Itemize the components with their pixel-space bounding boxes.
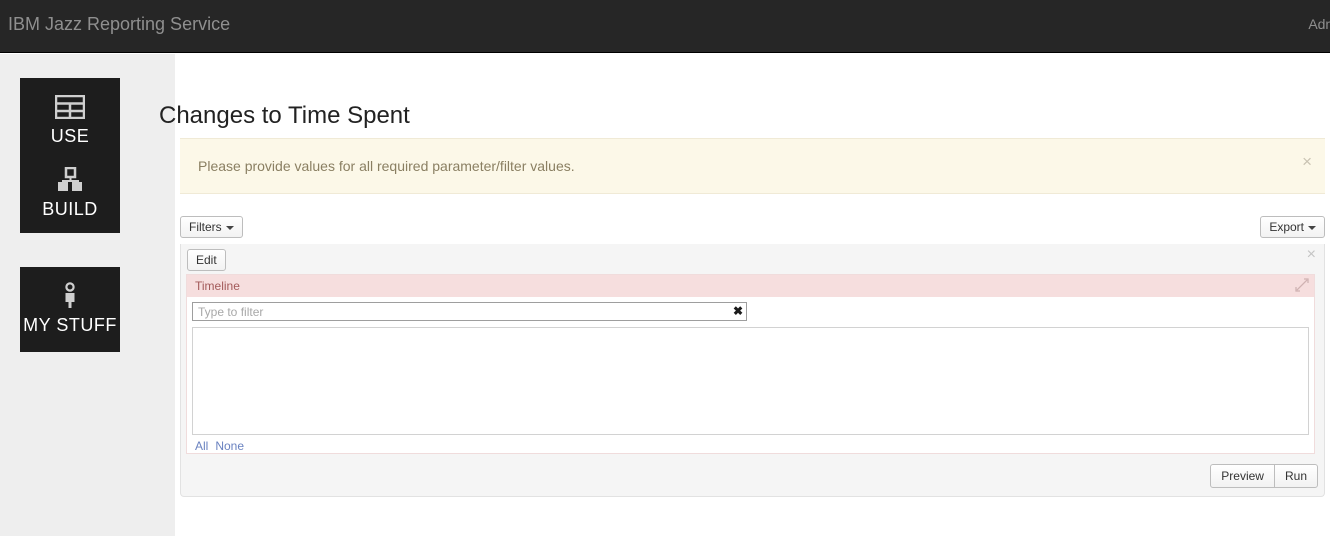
filters-button-label: Filters (189, 220, 222, 234)
rail-tile-group-use-build: USE BUILD (20, 78, 120, 233)
panel-actions: Preview Run (1210, 464, 1318, 488)
filters-dropdown-button[interactable]: Filters (180, 216, 243, 238)
table-grid-icon (20, 92, 120, 122)
sidebar-item-build-label: BUILD (42, 199, 98, 219)
person-icon (20, 281, 120, 311)
export-dropdown-button[interactable]: Export (1260, 216, 1325, 238)
run-button[interactable]: Run (1273, 464, 1318, 488)
clear-icon[interactable]: ✖ (733, 304, 743, 318)
main-content: Changes to Time Spent Please provide val… (159, 54, 1330, 536)
filter-card-timeline: Timeline ✖ All None (186, 274, 1315, 454)
sidebar-item-use[interactable]: USE (20, 78, 120, 147)
app-title: IBM Jazz Reporting Service (8, 14, 231, 34)
report-toolbar: Filters Export (180, 213, 1325, 244)
filter-panel: Edit × Timeline ✖ All None (180, 244, 1325, 497)
chevron-down-icon (225, 225, 234, 230)
sidebar-item-my-stuff[interactable]: MY STUFF (20, 267, 120, 352)
preview-button[interactable]: Preview (1210, 464, 1275, 488)
blocks-icon (20, 165, 120, 195)
close-icon[interactable]: × (1307, 247, 1316, 263)
required-values-alert: Please provide values for all required p… (180, 138, 1325, 194)
left-navigation-rail: USE BUILD MY STUFF (0, 54, 175, 536)
close-icon[interactable]: × (1302, 153, 1312, 170)
sidebar-item-use-label: USE (50, 126, 90, 146)
chevron-down-icon (1308, 225, 1316, 230)
user-menu[interactable]: Admin (1308, 16, 1330, 32)
alert-message: Please provide values for all required p… (198, 158, 575, 174)
selection-links: All None (195, 439, 251, 453)
top-banner: IBM Jazz Reporting Service Admin (0, 0, 1330, 53)
resize-handle-icon[interactable] (1294, 277, 1310, 293)
sidebar-item-build[interactable]: BUILD (20, 147, 120, 220)
select-all-link[interactable]: All (195, 439, 208, 453)
filter-card-title: Timeline (195, 279, 240, 293)
filter-search-input[interactable] (192, 302, 747, 321)
filter-search-wrap: ✖ (192, 302, 747, 321)
sidebar-item-my-stuff-label: MY STUFF (23, 315, 117, 335)
edit-button[interactable]: Edit (187, 249, 226, 271)
select-none-link[interactable]: None (215, 439, 244, 453)
filter-card-header: Timeline (187, 275, 1314, 297)
page-title: Changes to Time Spent (159, 102, 410, 129)
filter-values-listbox[interactable] (192, 327, 1309, 435)
export-button-label: Export (1269, 220, 1304, 234)
